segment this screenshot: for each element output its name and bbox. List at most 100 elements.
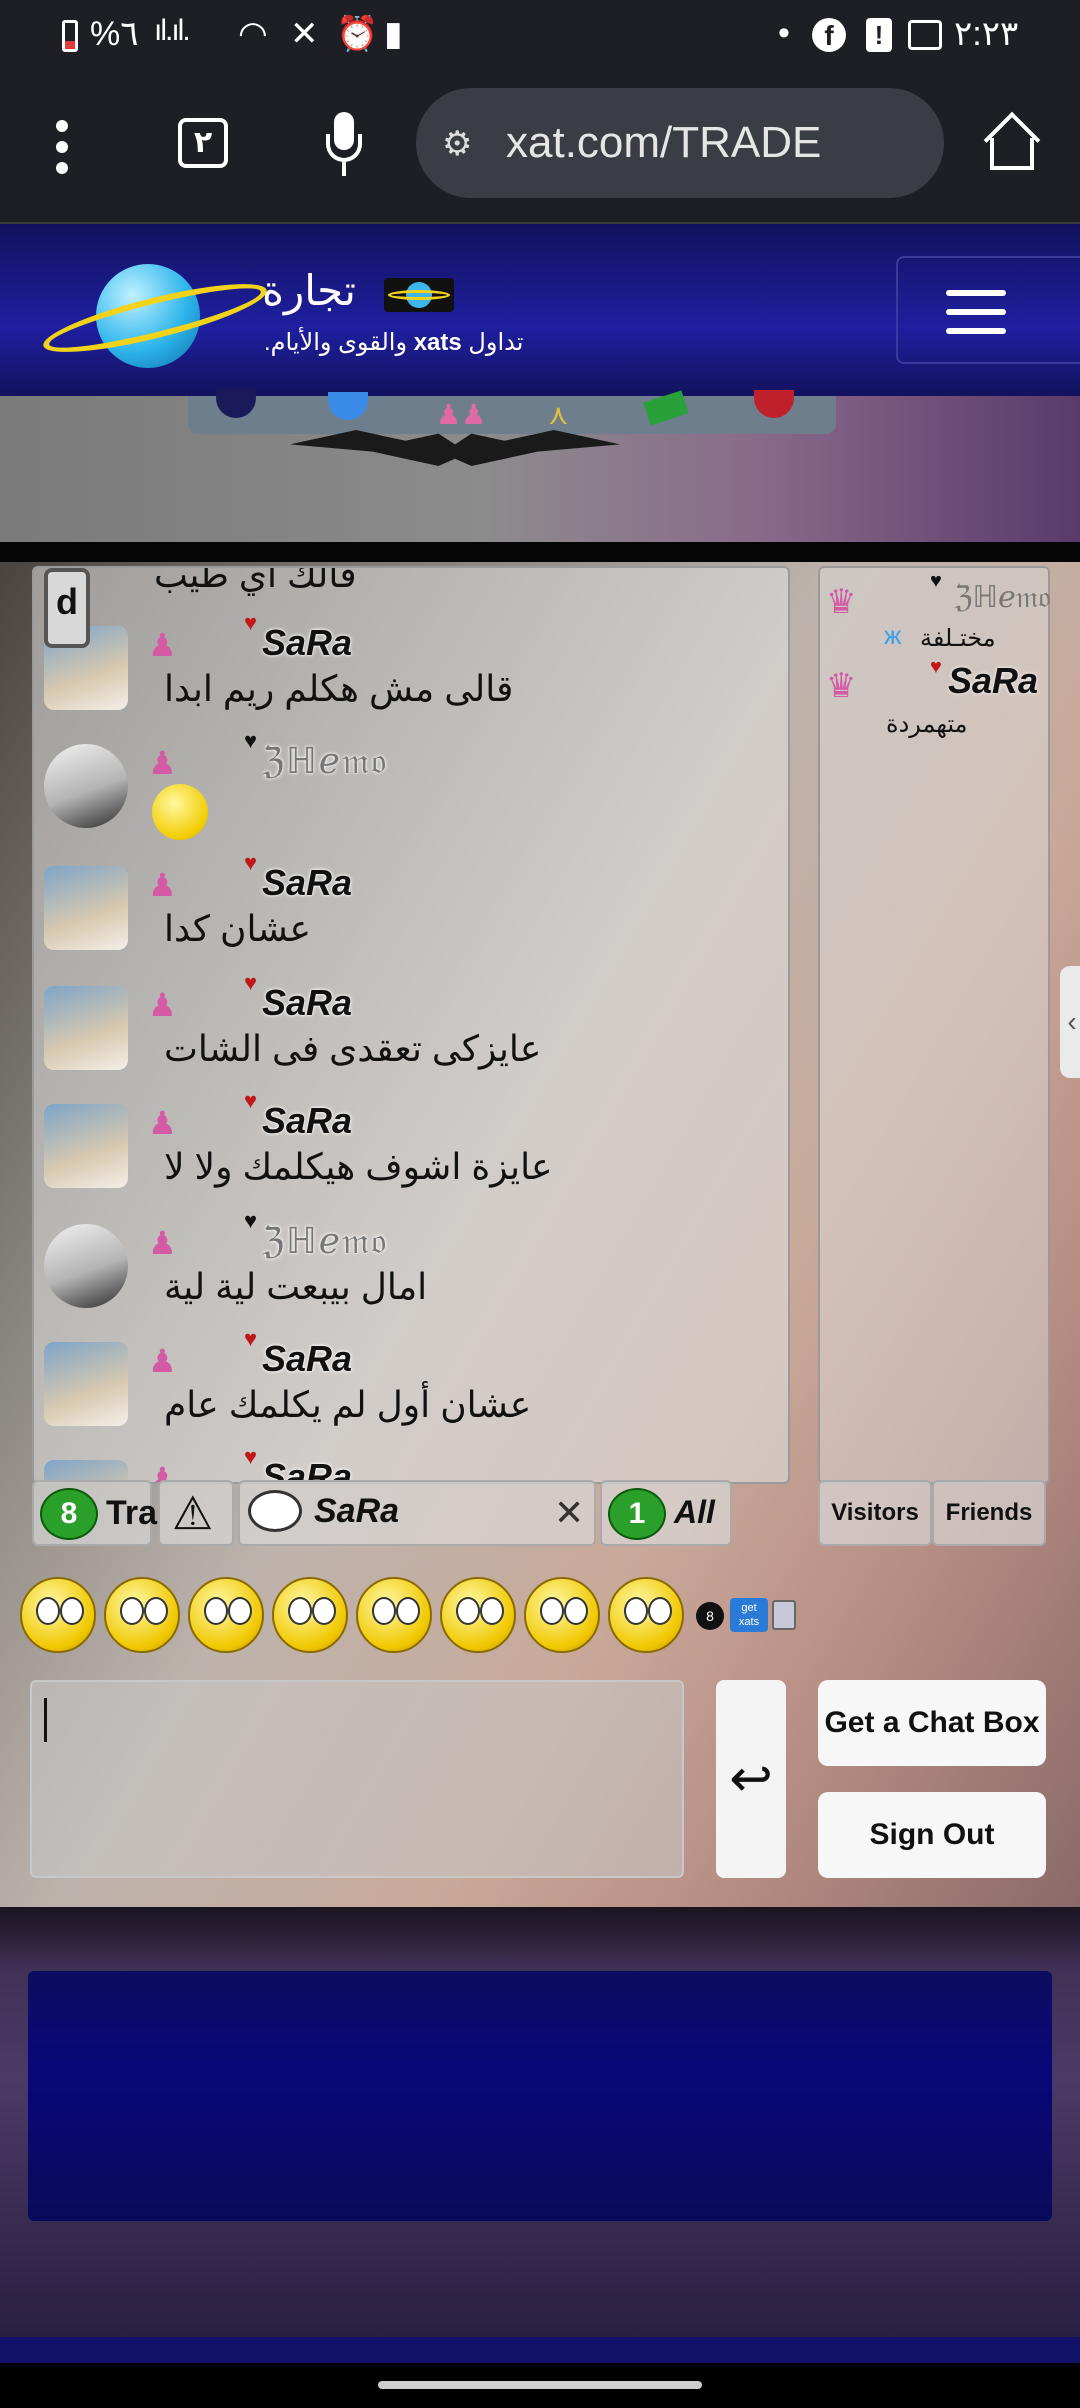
site-settings-icon[interactable]: ⚙ (442, 124, 472, 164)
surprised-smiley-icon[interactable] (272, 1577, 348, 1653)
message-text: عشان كدا (164, 908, 312, 949)
d-button-label: d (56, 581, 78, 622)
smile-icon[interactable] (104, 1577, 180, 1653)
get-xats-label: get xats (738, 1602, 760, 1628)
chat-message: ♟ ♥ ℨℍℯ𝔪𝔬 (44, 728, 774, 858)
strip-icon-1[interactable] (216, 388, 256, 418)
strip-icon-6[interactable] (754, 390, 794, 418)
avatar[interactable] (44, 1104, 128, 1188)
side-panel-handle[interactable]: ‹ (1060, 966, 1080, 1078)
address-bar[interactable]: ⚙ xat.com/TRADE (416, 88, 944, 198)
chat-message: ♟ ♥ SaRa عشان أول لم يكلمك عام (44, 1326, 774, 1456)
chat-message: ♟ ♥ SaRa قالى مش هكلم ريم ابدا (44, 610, 774, 740)
user-status: متهمردة (886, 711, 968, 738)
eyebrow-smiley-icon[interactable] (188, 1577, 264, 1653)
strip-icon-4[interactable]: ⋏ (548, 398, 569, 431)
tab-main-label: Tra (106, 1494, 158, 1532)
user-status: مختـلفة (920, 625, 996, 652)
message-panel[interactable]: d قالك اي طيب ♟ ♥ SaRa قالى مش هكلم ريم … (32, 566, 790, 1484)
facebook-icon: f (812, 18, 846, 52)
bat-silhouette-icon (290, 430, 620, 466)
user-list-item[interactable]: ♛ ♥ SaRa متهمردة (826, 656, 1040, 744)
warning-icon: ⚠ (172, 1487, 214, 1539)
strip-icon-3[interactable]: ♟♟ (436, 398, 486, 431)
d-button[interactable]: d (44, 568, 90, 648)
mini-saturn-icon (384, 278, 454, 312)
avatar[interactable] (44, 1342, 128, 1426)
tab-all[interactable]: 1 All (600, 1480, 732, 1546)
saturn-logo-icon[interactable] (38, 260, 272, 370)
username[interactable]: SaRa (262, 982, 352, 1024)
gallery-icon (908, 20, 942, 50)
tab-pm-sara[interactable]: SaRa ✕ (238, 1480, 596, 1546)
sign-out-button[interactable]: Sign Out (818, 1792, 1046, 1878)
username[interactable]: SaRa (262, 862, 352, 904)
gesture-handle[interactable] (378, 2381, 702, 2389)
all-count-badge: 1 (608, 1488, 666, 1540)
username[interactable]: ℨℍℯ𝔪𝔬 (262, 740, 388, 783)
avatar[interactable] (44, 1224, 128, 1308)
tab-visitors[interactable]: Visitors (818, 1480, 932, 1546)
site-title: تجارة (262, 267, 356, 314)
avatar[interactable] (44, 986, 128, 1070)
signal-icon: ıl.ıl. (154, 14, 191, 47)
get-xats-icon[interactable]: get xats (730, 1598, 768, 1632)
sign-out-label: Sign Out (869, 1818, 995, 1851)
site-header: تجارة تداول xats والقوى والأيام. (0, 224, 1080, 396)
user-name: SaRa (948, 660, 1039, 701)
tab-main[interactable]: 8 Tra (32, 1480, 157, 1546)
user-list-item[interactable]: ♛ ♥ ℨℍℯ𝔪𝔬 ж مختـلفة (826, 570, 1051, 660)
gift-icon[interactable] (772, 1600, 796, 1630)
eight-ball-icon[interactable]: 8 (696, 1602, 724, 1630)
username[interactable]: SaRa (262, 1338, 352, 1380)
tab-visitors-label: Visitors (831, 1499, 919, 1526)
tab-friends[interactable]: Friends (932, 1480, 1046, 1546)
feature-icon-strip: ♟♟ ⋏ (188, 388, 836, 434)
more-options-icon[interactable] (56, 120, 70, 176)
get-chat-box-button[interactable]: Get a Chat Box (818, 1680, 1046, 1766)
chat-message: ♟ ♥ SaRa عايزة اشوف هيكلمك ولا لا (44, 1088, 774, 1218)
pawn-icon: ♟ (148, 745, 177, 781)
crazy-smiley-icon[interactable] (524, 1577, 600, 1653)
heart-icon: ♥ (930, 570, 942, 592)
send-button[interactable]: ↩ (716, 1680, 786, 1878)
subtitle-prefix: تداول (468, 329, 524, 356)
close-icon[interactable]: ✕ (554, 1492, 584, 1534)
username[interactable]: SaRa (262, 622, 352, 664)
heart-icon: ♥ (244, 1444, 258, 1469)
ad-banner[interactable] (28, 1971, 1052, 2221)
chat-message: ♟ ♥ ℨℍℯ𝔪𝔬 امال بيبعت لية لية (44, 1208, 774, 1338)
pawn-icon: ♟ (148, 1343, 177, 1379)
strip-icon-2[interactable] (328, 392, 368, 420)
wink-smiley-icon[interactable] (356, 1577, 432, 1653)
hamburger-menu-button[interactable] (896, 256, 1080, 364)
heart-icon: ♥ (244, 728, 258, 753)
user-list-panel[interactable]: ♛ ♥ ℨℍℯ𝔪𝔬 ж مختـلفة ♛ ♥ SaRa متهمردة (818, 566, 1051, 1484)
tree-silhouette (0, 1907, 1080, 1967)
tab-switcher-button[interactable]: ٢ (178, 118, 228, 168)
avatar[interactable] (44, 744, 128, 828)
banner-divider (0, 542, 1080, 562)
username[interactable]: SaRa (262, 1100, 352, 1142)
smile-icon[interactable] (20, 1577, 96, 1653)
tab-count: ٢ (193, 126, 213, 159)
heart-icon: ♥ (244, 970, 258, 995)
cool-smiley-icon[interactable] (440, 1577, 516, 1653)
message-input[interactable] (30, 1680, 684, 1878)
url-text: xat.com/TRADE (506, 118, 822, 167)
home-icon[interactable] (983, 111, 1041, 172)
pawn-icon: ♟ (148, 1225, 177, 1261)
alert-tab[interactable]: ⚠ (158, 1480, 234, 1546)
chat-message: ♟ ♥ SaRa عشان كدا (44, 850, 774, 980)
avatar[interactable] (44, 866, 128, 950)
message-text: امال بيبعت لية لية (164, 1266, 428, 1307)
message-text: عشان أول لم يكلمك عام (164, 1384, 532, 1425)
crown-pawn-icon: ♛ (826, 667, 857, 705)
subtitle-brand: xats (413, 329, 462, 356)
username[interactable]: ℨℍℯ𝔪𝔬 (262, 1220, 388, 1263)
strip-icon-5[interactable] (643, 390, 689, 426)
blue-strip (0, 2337, 1080, 2363)
microphone-icon[interactable] (326, 112, 362, 182)
confused-smiley-icon[interactable] (608, 1577, 684, 1653)
subtitle-suffix: والقوى والأيام. (264, 329, 408, 356)
